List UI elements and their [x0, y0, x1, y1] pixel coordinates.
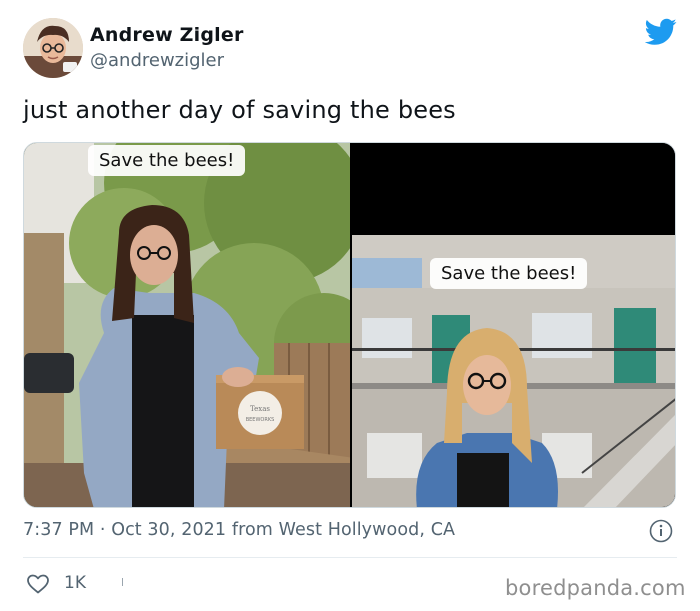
divider: [23, 557, 677, 558]
watermark: boredpanda.com: [505, 576, 686, 600]
twitter-bird-icon[interactable]: [645, 18, 677, 46]
heart-icon[interactable]: [26, 572, 50, 596]
avatar[interactable]: [23, 18, 83, 78]
like-count[interactable]: 1K: [64, 573, 86, 593]
author-handle[interactable]: @andrewzigler: [90, 50, 224, 71]
author-name[interactable]: Andrew Zigler: [90, 24, 244, 46]
box-brand-text: Texas: [250, 405, 270, 413]
caption-left: Save the bees!: [88, 145, 246, 176]
tweet-card: Andrew Zigler @andrewzigler just another…: [0, 0, 700, 611]
media-photo-right[interactable]: Save the bees!: [352, 143, 675, 507]
tweet-timestamp-location[interactable]: 7:37 PM · Oct 30, 2021 from West Hollywo…: [23, 520, 455, 540]
info-icon[interactable]: [649, 519, 673, 543]
media-photo-left[interactable]: Texas BEEWORKS Save the bees!: [24, 143, 350, 507]
separator-mark: [122, 578, 123, 586]
box-brand-sub-text: BEEWORKS: [246, 417, 275, 423]
caption-right: Save the bees!: [430, 258, 588, 289]
tweet-media[interactable]: Texas BEEWORKS Save the bees! Save the b…: [23, 142, 676, 508]
tweet-text: just another day of saving the bees: [23, 96, 456, 124]
